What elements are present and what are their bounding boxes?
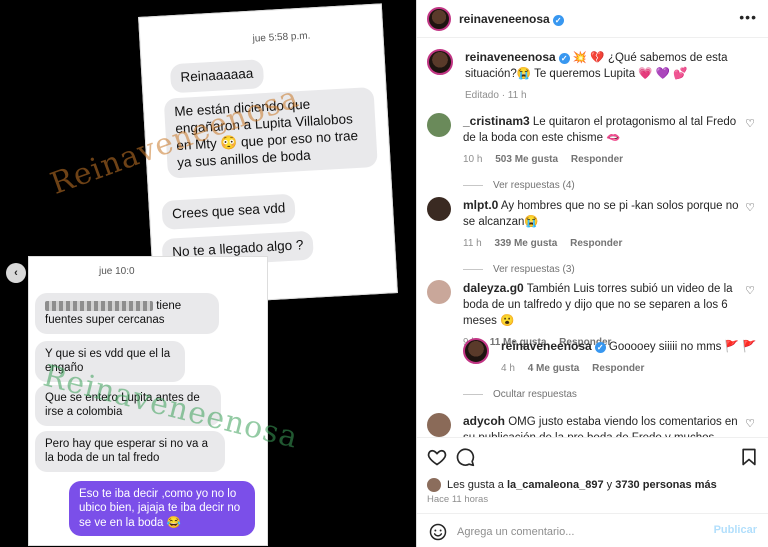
chat-bubble: tiene fuentes super cercanas [35,293,219,334]
likes-summary[interactable]: Les gusta a la_camaleona_897 y 3730 pers… [427,478,717,492]
reply-likes[interactable]: 4 Me gusta [528,363,580,374]
comment-likes[interactable]: 339 Me gusta [495,238,558,249]
liker-avatar [427,478,441,492]
commenter-avatar[interactable] [427,413,451,437]
add-comment-bar: Publicar [417,513,768,547]
hide-replies-button[interactable]: Ocultar respuestas [463,389,577,400]
blurred-name [45,300,153,311]
like-comment-heart-icon[interactable]: ♡ [745,284,755,297]
reply-button[interactable]: Responder [570,238,622,249]
post-timestamp: Hace 11 horas [427,494,489,505]
chat-bubble: Me están diciendo que engañaron a Lupita… [163,87,378,179]
chat-time: jue 10:0 [99,266,135,277]
commenter-username[interactable]: daleyza.g0 [463,281,524,295]
verified-badge-icon: ✓ [558,53,570,64]
verified-badge-icon: ✓ [594,342,606,353]
comments-list[interactable]: reinaveneenosa ✓ 💥 💔 ¿Qué sabemos de esta… [417,39,768,437]
chat-bubble: Reinaaaaaa [169,59,265,94]
reply-button[interactable]: Responder [592,363,644,374]
author-reply: reinaveneenosa ✓ Gooooey siiiii no mms 🚩 … [463,338,757,377]
commenter-avatar[interactable] [427,113,451,137]
comment-item: adycoh OMG justo estaba viendo los comen… [427,413,757,437]
comment-time: 10 h [463,154,483,165]
commenter-avatar[interactable] [427,197,451,221]
chat-bubble: Crees que sea vdd [161,193,297,230]
reply-time: 4 h [501,363,515,374]
previous-slide-button[interactable]: ‹ [6,263,26,283]
comment-text: OMG justo estaba viendo los comentarios … [463,416,738,437]
like-comment-heart-icon[interactable]: ♡ [745,201,755,214]
post-media[interactable]: jue 5:58 p.m. Reinaaaaaa Me están dicien… [0,0,416,547]
reply-button[interactable]: Responder [571,154,623,165]
chat-screenshot-bottom: jue 10:0 tiene fuentes super cercanas Y … [28,256,268,546]
comment-item: _cristinam3 Le quitaron el protagonismo … [427,113,757,191]
commenter-username[interactable]: mlpt.0 [463,198,498,212]
reply-text: Gooooey siiiii no mms 🚩 🚩 [608,341,757,353]
like-heart-icon[interactable] [427,447,447,467]
commenter-username[interactable]: _cristinam3 [463,114,530,128]
liker-username: la_camaleona_897 [506,478,604,491]
commenter-avatar[interactable] [427,280,451,304]
post-actions: Les gusta a la_camaleona_897 y 3730 pers… [417,437,768,547]
caption-edited-time: Editado · 11 h [465,90,527,101]
post-sidebar: reinaveneenosa ✓ ••• reinaveneenosa ✓ 💥 💔 … [416,0,768,547]
author-avatar[interactable] [463,338,489,364]
publish-comment-button[interactable]: Publicar [714,524,757,536]
chat-time: jue 5:58 p.m. [252,30,311,45]
comment-bubble-icon[interactable] [455,447,475,467]
chat-bubble-sent: Eso te iba decir ,como yo no lo ubico bi… [69,481,255,537]
caption-username[interactable]: reinaveneenosa [465,50,556,64]
commenter-username[interactable]: adycoh [463,414,505,428]
view-replies-button[interactable]: Ver respuestas (4) [463,180,757,191]
like-comment-heart-icon[interactable]: ♡ [745,417,755,430]
emoji-icon[interactable] [429,523,447,541]
post-header: reinaveneenosa ✓ ••• [417,0,768,38]
comment-input[interactable] [457,522,697,542]
post-caption: reinaveneenosa ✓ 💥 💔 ¿Qué sabemos de esta… [427,49,757,104]
chat-bubble: Que se entero Lupita antes de irse a col… [35,385,221,426]
likes-count: 3730 personas más [615,478,717,491]
comment-item: mlpt.0 Ay hombres que no se pi -kan solo… [427,197,757,275]
chat-bubble: Pero hay que esperar si no va a la boda … [35,431,225,472]
chat-bubble: Y que si es vdd que el la engaño [35,341,185,382]
comment-time: 11 h [463,238,482,249]
instagram-post-viewer: jue 5:58 p.m. Reinaaaaaa Me están dicien… [0,0,768,547]
author-username[interactable]: reinaveneenosa ✓ [459,12,564,26]
comment-text: Ay hombres que no se pi -kan solos porqu… [463,200,739,228]
author-avatar[interactable] [427,49,453,75]
like-comment-heart-icon[interactable]: ♡ [745,117,755,130]
verified-badge-icon: ✓ [552,15,564,26]
comment-likes[interactable]: 503 Me gusta [495,154,558,165]
view-replies-button[interactable]: Ver respuestas (3) [463,264,757,275]
reply-username[interactable]: reinaveneenosa [501,339,592,353]
save-bookmark-icon[interactable] [739,447,759,467]
author-avatar[interactable] [427,7,451,31]
more-options-icon[interactable]: ••• [739,9,757,25]
